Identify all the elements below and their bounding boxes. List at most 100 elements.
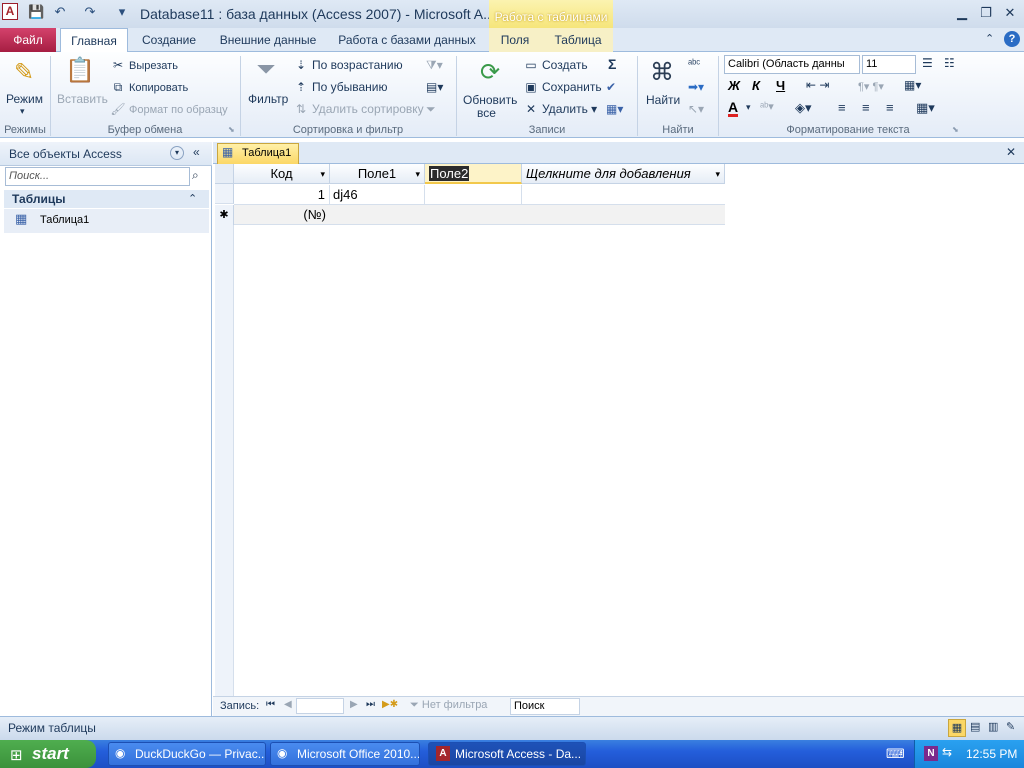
access-logo-icon[interactable]: A xyxy=(2,3,18,20)
minimize-button[interactable]: ▁ xyxy=(952,5,972,21)
tab-external-data[interactable]: Внешние данные xyxy=(212,28,324,52)
row-selector[interactable] xyxy=(215,184,234,204)
help-icon[interactable]: ? xyxy=(1004,31,1020,47)
prev-record-icon[interactable]: ◀ xyxy=(284,699,292,710)
next-record-icon[interactable]: ▶ xyxy=(350,699,358,710)
alt-fill-icon[interactable]: ▦▾ xyxy=(916,100,935,116)
sort-ascending-button[interactable]: ⇣ По возрастанию xyxy=(293,58,403,72)
keyboard-icon[interactable]: ⌨ xyxy=(886,746,905,762)
spelling-icon[interactable]: ✔ xyxy=(606,80,616,94)
nav-section-tables[interactable]: Таблицы xyxy=(4,190,209,208)
nav-pane-header[interactable]: Все объекты Access ▾ « xyxy=(0,142,212,166)
totals-icon[interactable]: Σ xyxy=(608,56,616,72)
italic-button[interactable]: К xyxy=(752,78,760,93)
column-header-id[interactable]: Код ▾ xyxy=(234,164,330,184)
bullets-icon[interactable]: ☰ xyxy=(922,56,933,70)
chevron-down-icon[interactable]: ▾ xyxy=(170,146,184,160)
undo-icon[interactable]: ↶ xyxy=(52,4,68,20)
new-row-id[interactable]: (№) xyxy=(234,205,330,225)
pivot-table-view-icon[interactable]: ▤ xyxy=(970,720,980,733)
onenote-tray-icon[interactable]: N xyxy=(924,746,938,761)
nav-search-input[interactable]: Поиск... xyxy=(5,167,190,186)
indent-icon[interactable]: ⇤ ⇥ xyxy=(806,78,829,92)
more-records-icon[interactable]: ▦▾ xyxy=(606,102,623,116)
select-all-corner[interactable] xyxy=(215,164,234,184)
font-name-combo[interactable]: Calibri (Область данны xyxy=(724,55,860,74)
sort-descending-button[interactable]: ⇡ По убыванию xyxy=(293,80,388,94)
redo-icon[interactable]: ↷ xyxy=(82,4,98,20)
align-center-icon[interactable]: ≡ xyxy=(862,100,870,115)
new-row-marker[interactable]: ✱ xyxy=(215,205,234,225)
chevron-down-icon[interactable]: ▾ xyxy=(415,164,420,183)
font-color-icon[interactable]: A xyxy=(728,100,739,117)
replace-icon[interactable]: ᵃᵇᶜ xyxy=(688,58,700,70)
paste-button[interactable]: Вставить xyxy=(57,92,108,106)
cell-field2[interactable] xyxy=(425,185,522,205)
customize-toolbar-icon[interactable]: ▾ xyxy=(114,4,130,20)
new-record-nav-icon[interactable]: ▶✱ xyxy=(382,699,398,710)
close-button[interactable]: ✕ xyxy=(1000,5,1020,21)
tab-home[interactable]: Главная xyxy=(60,28,128,53)
tab-table[interactable]: Таблица xyxy=(548,28,608,52)
new-record-button[interactable]: ▭ Создать xyxy=(523,58,587,72)
fill-color-icon[interactable]: ◈▾ xyxy=(795,100,812,116)
numbering-icon[interactable]: ☷ xyxy=(944,56,955,70)
close-tab-icon[interactable]: ✕ xyxy=(1006,145,1016,159)
find-button[interactable]: Найти xyxy=(646,93,680,107)
bold-button[interactable]: Ж xyxy=(728,78,740,93)
tab-database-tools[interactable]: Работа с базами данных xyxy=(334,28,480,52)
tab-create[interactable]: Создание xyxy=(136,28,202,52)
nav-item-table1[interactable]: Таблица1 xyxy=(4,209,209,233)
design-view-icon[interactable]: ✎ xyxy=(1006,720,1015,733)
font-size-combo[interactable]: 11 xyxy=(862,55,916,74)
save-record-button[interactable]: ▣ Сохранить xyxy=(523,80,601,94)
align-right-icon[interactable]: ≡ xyxy=(886,100,894,115)
cell-field1[interactable]: dj46 xyxy=(330,185,425,205)
goto-icon[interactable]: ➡▾ xyxy=(688,80,704,94)
filter-button[interactable]: Фильтр xyxy=(248,92,288,106)
select-icon[interactable]: ↖▾ xyxy=(688,102,704,116)
delete-record-button[interactable]: ✕ Удалить ▾ xyxy=(523,102,597,116)
no-filter-button[interactable]: ⏷ Нет фильтра xyxy=(410,699,487,712)
pivot-chart-view-icon[interactable]: ▥ xyxy=(988,720,998,733)
toggle-filter-icon[interactable]: ⏷ xyxy=(426,102,436,117)
taskbar-item-access[interactable]: Microsoft Access - Da... xyxy=(428,742,586,766)
datasheet-view-icon[interactable]: ▦ xyxy=(948,719,966,737)
collapse-ribbon-icon[interactable]: ⌃ xyxy=(985,32,994,45)
copy-button[interactable]: ⧉ Копировать xyxy=(110,80,189,95)
tab-file[interactable]: Файл xyxy=(0,28,56,52)
tab-fields[interactable]: Поля xyxy=(494,28,536,52)
taskbar-item-office[interactable]: Microsoft Office 2010... xyxy=(270,742,420,766)
cell-id[interactable]: 1 xyxy=(234,185,330,205)
collapse-section-icon[interactable]: ⌃ xyxy=(188,192,197,205)
taskbar-item-duckduckgo[interactable]: DuckDuckGo — Privac... xyxy=(108,742,266,766)
highlight-icon[interactable]: ᵃᵇ▾ xyxy=(760,100,774,113)
column-header-field2[interactable]: Поле2 xyxy=(425,164,522,184)
record-search-input[interactable]: Поиск xyxy=(510,698,580,715)
search-icon[interactable]: ⌕ xyxy=(192,168,199,183)
selection-filter-icon[interactable]: ⧩▾ xyxy=(426,58,443,73)
collapse-pane-icon[interactable]: « xyxy=(193,145,200,159)
cut-button[interactable]: ✂ Вырезать xyxy=(110,58,178,72)
last-record-icon[interactable]: ⏭ xyxy=(366,699,375,710)
ltr-rtl-icon[interactable]: ¶▾ ¶▾ xyxy=(858,80,884,93)
remove-sort-button[interactable]: ⇅ Удалить сортировку xyxy=(293,102,424,116)
network-tray-icon[interactable]: ⇆ xyxy=(942,745,952,759)
restore-button[interactable]: ❐ xyxy=(976,5,996,21)
first-record-icon[interactable]: ⏮ xyxy=(266,699,275,710)
record-number-input[interactable] xyxy=(296,698,344,714)
advanced-filter-icon[interactable]: ▤▾ xyxy=(426,80,443,94)
chevron-down-icon[interactable]: ▾ xyxy=(715,164,720,183)
column-header-field1[interactable]: Поле1 ▾ xyxy=(330,164,425,184)
clock[interactable]: 12:55 PM xyxy=(966,747,1017,761)
align-left-icon[interactable]: ≡ xyxy=(838,100,846,115)
column-header-add[interactable]: Щелкните для добавления ▾ xyxy=(522,164,725,184)
format-painter-button[interactable]: 🖌 Формат по образцу xyxy=(110,102,227,116)
view-mode-button[interactable]: Режим xyxy=(6,92,43,106)
underline-button[interactable]: Ч xyxy=(776,78,785,93)
chevron-down-icon[interactable]: ▾ xyxy=(320,164,325,183)
refresh-all-button[interactable]: Обновить xyxy=(463,93,517,107)
save-icon[interactable]: 💾 xyxy=(28,4,44,20)
gridlines-icon[interactable]: ▦▾ xyxy=(904,78,921,92)
dialog-launcher-icon[interactable]: ⬊ xyxy=(952,125,959,134)
